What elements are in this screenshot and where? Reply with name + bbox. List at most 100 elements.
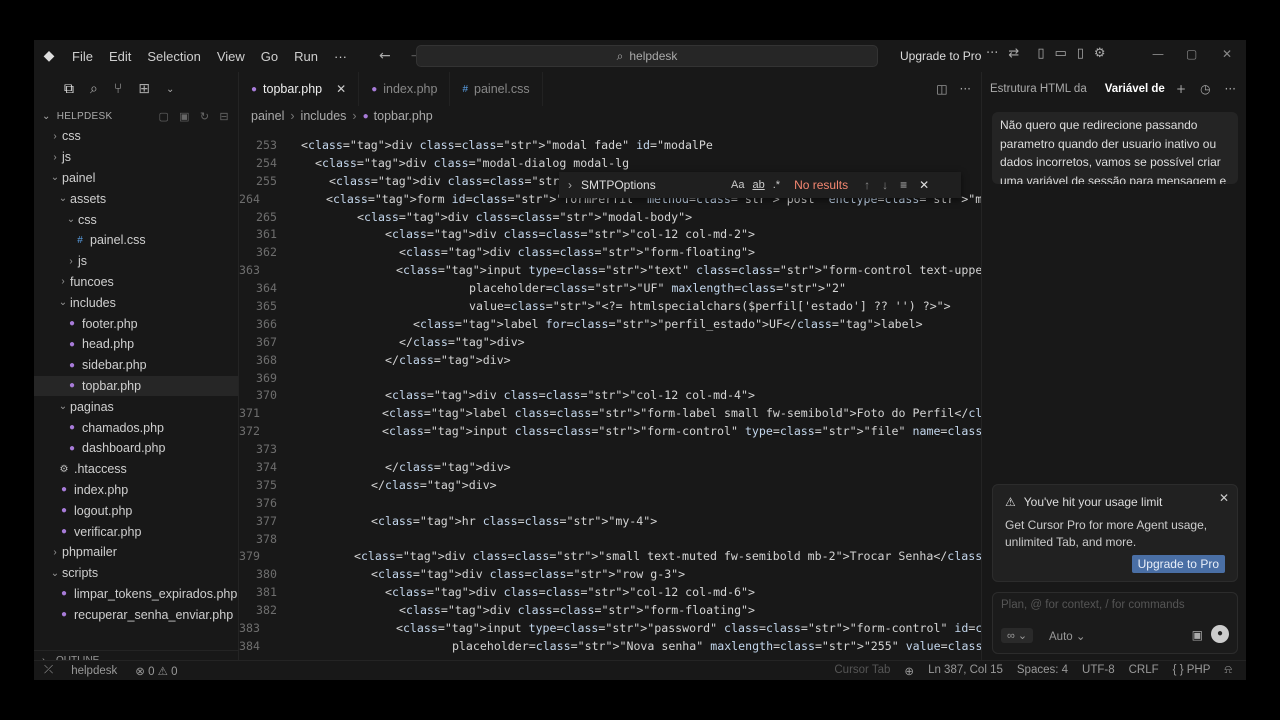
more-actions-icon[interactable]: ··· bbox=[960, 82, 971, 96]
toggle-panel-icon[interactable]: ▭ bbox=[1054, 46, 1066, 61]
refresh-icon[interactable]: ↻ bbox=[200, 110, 210, 123]
tree-file[interactable]: ● topbar.php bbox=[34, 375, 238, 397]
tree-file[interactable]: ● head.php bbox=[34, 334, 238, 355]
tree-folder[interactable]: ⌄ css bbox=[34, 209, 238, 230]
collapse-all-icon[interactable]: ⊟ bbox=[219, 110, 229, 123]
source-control-icon[interactable]: ⑂ bbox=[114, 81, 122, 97]
tree-folder[interactable]: ⌄ scripts bbox=[34, 563, 238, 584]
maximize-icon[interactable]: ▢ bbox=[1186, 47, 1197, 61]
previous-match-icon[interactable]: ↑ bbox=[864, 178, 870, 192]
tree-folder[interactable]: ⌄ painel bbox=[34, 168, 238, 189]
language-mode[interactable]: { } PHP bbox=[1173, 664, 1211, 678]
tree-folder[interactable]: ⌄ paginas bbox=[34, 396, 238, 417]
minimize-icon[interactable]: — bbox=[1152, 47, 1164, 61]
history-icon[interactable]: ◷ bbox=[1200, 82, 1210, 96]
close-notice-icon[interactable]: ✕ bbox=[1219, 491, 1229, 505]
chat-input-box[interactable]: Plan, @ for context, / for commands ∞ ⌄ … bbox=[992, 592, 1238, 654]
new-chat-icon[interactable]: + bbox=[1176, 82, 1186, 96]
swap-icon[interactable]: ⇄ bbox=[1008, 46, 1019, 61]
find-input[interactable]: SMTPOptions bbox=[581, 178, 731, 192]
tree-file[interactable]: ● recuperar_senha_enviar.php bbox=[34, 604, 238, 625]
match-word-toggle[interactable]: ab bbox=[752, 179, 764, 191]
upgrade-to-pro-link[interactable]: Upgrade to Pro bbox=[900, 49, 981, 63]
editor-tab[interactable]: # painel.css bbox=[450, 72, 543, 106]
new-folder-icon[interactable]: ▣ bbox=[179, 110, 190, 123]
breadcrumb-item[interactable]: painel bbox=[251, 109, 284, 123]
chat-tab[interactable]: Estrutura HTML da bbox=[990, 83, 1087, 95]
problems-count[interactable]: ⊗ 0 ⚠ 0 bbox=[135, 664, 177, 678]
notifications-bell-icon[interactable]: ⍾ bbox=[1224, 664, 1232, 678]
tree-file[interactable]: ● verificar.php bbox=[34, 521, 238, 542]
search-view-icon[interactable]: ⌕ bbox=[90, 81, 98, 97]
image-attach-icon[interactable]: ▣ bbox=[1192, 628, 1203, 642]
cursor-tab-status[interactable]: Cursor Tab bbox=[834, 664, 890, 678]
regex-toggle[interactable]: .* bbox=[773, 179, 780, 191]
close-window-icon[interactable]: ✕ bbox=[1222, 47, 1232, 61]
model-selector[interactable]: Auto ⌄ bbox=[1049, 629, 1086, 643]
indentation[interactable]: Spaces: 4 bbox=[1017, 664, 1068, 678]
tree-file[interactable]: ● sidebar.php bbox=[34, 355, 238, 376]
tree-file[interactable]: ● limpar_tokens_expirados.php bbox=[34, 584, 238, 605]
tree-file[interactable]: ● dashboard.php bbox=[34, 438, 238, 459]
menu-view[interactable]: View bbox=[209, 49, 253, 64]
menu-file[interactable]: File bbox=[64, 49, 101, 64]
tree-folder[interactable]: › js bbox=[34, 251, 238, 272]
code-editor[interactable]: 253 <class="tag">div class=class="str">"m… bbox=[239, 136, 981, 656]
breadcrumb-item[interactable]: topbar.php bbox=[374, 109, 433, 123]
upgrade-to-pro-button[interactable]: Upgrade to Pro bbox=[1131, 555, 1225, 573]
tree-file[interactable]: ● chamados.php bbox=[34, 417, 238, 438]
tree-folder[interactable]: › js bbox=[34, 147, 238, 168]
zoom-icon[interactable]: ⊕ bbox=[904, 664, 914, 678]
toggle-replace-chevron-icon[interactable]: › bbox=[559, 178, 581, 192]
agent-mode-selector[interactable]: ∞ ⌄ bbox=[1001, 628, 1034, 643]
remote-icon[interactable]: ⤫ bbox=[44, 664, 53, 677]
match-case-toggle[interactable]: Aa bbox=[731, 179, 744, 191]
menu-go[interactable]: Go bbox=[253, 49, 286, 64]
tree-item-label: css bbox=[62, 129, 81, 144]
close-find-icon[interactable]: ✕ bbox=[919, 178, 929, 192]
extensions-icon[interactable]: ⊞ bbox=[138, 81, 150, 97]
toggle-sidebar-icon[interactable]: ▯ bbox=[1037, 46, 1044, 61]
microphone-icon[interactable]: ● bbox=[1211, 625, 1229, 643]
menu-more[interactable]: ··· bbox=[326, 49, 355, 64]
user-message[interactable]: Não quero que redirecione passando param… bbox=[992, 112, 1238, 184]
new-file-icon[interactable]: ▢ bbox=[158, 110, 169, 123]
tree-folder[interactable]: › funcoes bbox=[34, 272, 238, 293]
next-match-icon[interactable]: ↓ bbox=[882, 178, 888, 192]
editor-tab[interactable]: ● topbar.php ✕ bbox=[239, 72, 360, 106]
more-icon[interactable]: ··· bbox=[986, 46, 998, 61]
chevron-down-icon[interactable]: ⌄ bbox=[166, 84, 174, 95]
toggle-secondary-sidebar-icon[interactable]: ▯ bbox=[1077, 46, 1084, 61]
end-of-line[interactable]: CRLF bbox=[1129, 664, 1159, 678]
tree-folder[interactable]: › phpmailer bbox=[34, 542, 238, 563]
command-center-search[interactable]: ⌕ helpdesk bbox=[416, 45, 878, 67]
explorer-header[interactable]: ⌄ HELPDESK ▢ ▣ ↻ ⊟ bbox=[34, 106, 238, 126]
split-editor-icon[interactable]: ◫ bbox=[936, 82, 947, 96]
tree-folder[interactable]: ⌄ assets bbox=[34, 188, 238, 209]
settings-gear-icon[interactable]: ⚙ bbox=[1094, 46, 1106, 61]
chat-tab-active[interactable]: Variável de bbox=[1105, 83, 1165, 95]
explorer-icon[interactable]: ⧉ bbox=[64, 81, 74, 97]
code-line: 374 </class="tag">div> bbox=[239, 458, 981, 476]
breadcrumb-item[interactable]: includes bbox=[301, 109, 347, 123]
encoding[interactable]: UTF-8 bbox=[1082, 664, 1115, 678]
tree-file[interactable]: ● logout.php bbox=[34, 500, 238, 521]
chat-input-placeholder[interactable]: Plan, @ for context, / for commands bbox=[1001, 599, 1185, 611]
menu-selection[interactable]: Selection bbox=[139, 49, 208, 64]
status-bar: ⤫ helpdesk ⊗ 0 ⚠ 0 Cursor Tab ⊕ Ln 387, … bbox=[34, 660, 1246, 680]
find-in-selection-icon[interactable]: ≡ bbox=[900, 178, 907, 192]
close-tab-icon[interactable]: ✕ bbox=[336, 82, 346, 96]
tree-file[interactable]: # painel.css bbox=[34, 230, 238, 251]
back-arrow-icon[interactable]: ← bbox=[369, 48, 401, 64]
menu-edit[interactable]: Edit bbox=[101, 49, 139, 64]
workspace-name[interactable]: helpdesk bbox=[71, 665, 117, 677]
tree-file[interactable]: ⚙ .htaccess bbox=[34, 459, 238, 480]
more-icon[interactable]: ··· bbox=[1225, 82, 1236, 96]
tree-folder[interactable]: ⌄ includes bbox=[34, 292, 238, 313]
tree-file[interactable]: ● footer.php bbox=[34, 313, 238, 334]
tree-folder[interactable]: › css bbox=[34, 126, 238, 147]
menu-run[interactable]: Run bbox=[286, 49, 326, 64]
editor-tab[interactable]: ● index.php bbox=[359, 72, 451, 106]
tree-file[interactable]: ● index.php bbox=[34, 480, 238, 501]
cursor-position[interactable]: Ln 387, Col 15 bbox=[928, 664, 1003, 678]
